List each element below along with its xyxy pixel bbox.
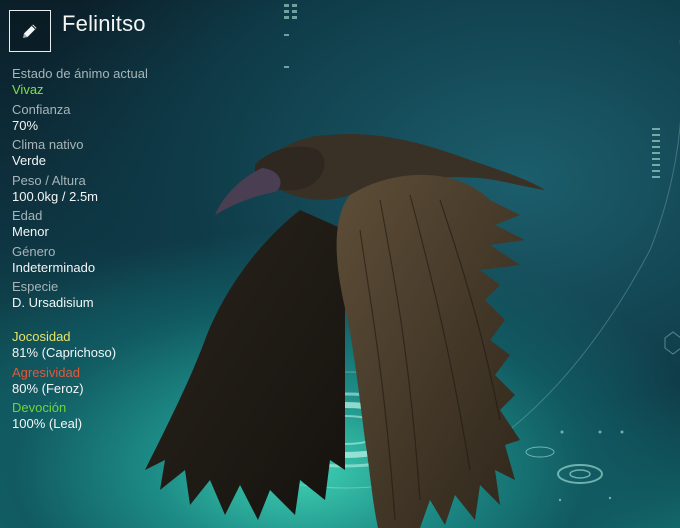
stat-label: Peso / Altura — [12, 172, 86, 188]
trait-devotion: Devoción 100% (Leal) — [12, 400, 232, 436]
stat-age: Edad Menor — [12, 208, 212, 244]
stat-trust: Confianza 70% — [12, 102, 212, 138]
stat-value: 100.0kg / 2.5m — [12, 188, 98, 204]
traits-panel: Jocosidad 81% (Caprichoso) Agresividad 8… — [12, 329, 232, 436]
stat-label: Estado de ánimo actual — [12, 66, 148, 81]
stat-weight-height: Peso / Altura 100.0kg / 2.5m — [12, 173, 212, 209]
stat-species: Especie D. Ursadisium — [12, 279, 212, 315]
stat-value: Indeterminado — [12, 259, 96, 275]
stat-value: D. Ursadisium — [12, 295, 94, 310]
stat-value: Verde — [12, 153, 46, 168]
trait-aggression: Agresividad 80% (Feroz) — [12, 365, 232, 401]
stat-label: Género — [12, 243, 56, 259]
stat-climate: Clima nativo Verde — [12, 137, 212, 173]
creature-header: Felinitso — [9, 10, 146, 54]
stat-value: 70% — [12, 117, 39, 133]
trait-label: Devoción — [12, 400, 67, 415]
trait-label: Jocosidad — [12, 329, 71, 344]
pencil-icon — [23, 24, 37, 38]
trait-value: 100% (Leal) — [12, 416, 83, 431]
stat-value: Vivaz — [12, 82, 44, 97]
stat-label: Edad — [12, 208, 43, 223]
stat-label: Especie — [12, 279, 59, 294]
stat-label: Clima nativo — [12, 137, 84, 152]
edit-name-button[interactable] — [9, 10, 51, 52]
trait-value: 80% (Feroz) — [12, 380, 84, 396]
trait-value: 81% (Caprichoso) — [12, 345, 117, 360]
stat-gender: Género Indeterminado — [12, 244, 212, 280]
trait-label: Agresividad — [12, 364, 80, 380]
stat-value: Menor — [12, 224, 49, 239]
stats-panel: Estado de ánimo actual Vivaz Confianza 7… — [12, 66, 212, 315]
stat-mood: Estado de ánimo actual Vivaz — [12, 66, 212, 102]
stat-label: Confianza — [12, 101, 71, 117]
creature-name: Felinitso — [62, 11, 146, 36]
trait-playfulness: Jocosidad 81% (Caprichoso) — [12, 329, 232, 365]
